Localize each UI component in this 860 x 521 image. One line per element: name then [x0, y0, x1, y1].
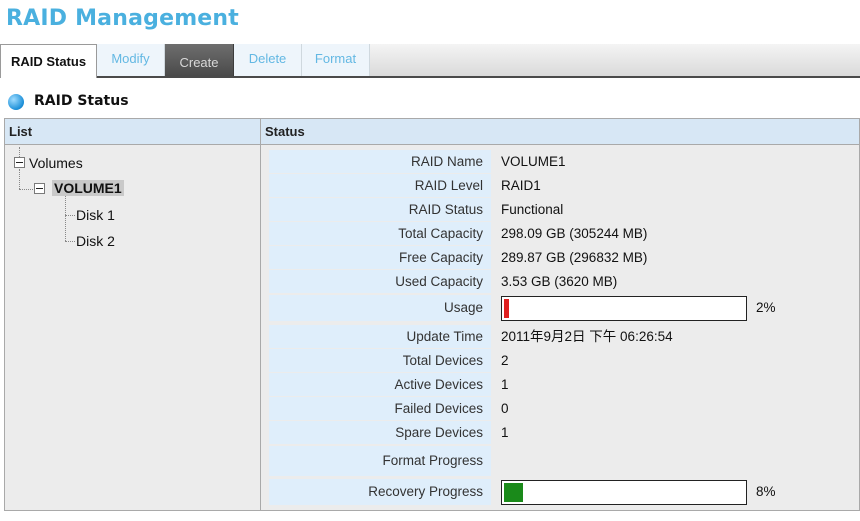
tab-delete[interactable]: Delete [234, 44, 302, 76]
status-row-update-time: Update Time 2011年9月2日 下午 06:26:54 [269, 325, 859, 348]
status-row-total-devices: Total Devices 2 [269, 349, 859, 372]
status-row-recovery-progress: Recovery Progress 8% [269, 479, 859, 505]
field-label: Usage [269, 295, 491, 321]
tree-line [19, 169, 20, 189]
tree-line [19, 147, 20, 157]
status-column-header: Status [261, 119, 859, 145]
field-label: Spare Devices [269, 421, 491, 444]
field-label: RAID Name [269, 150, 491, 173]
field-value: Functional [501, 202, 564, 217]
field-value: VOLUME1 [501, 154, 566, 169]
field-value: 289.87 GB (296832 MB) [501, 250, 648, 265]
field-value: 1 [501, 425, 509, 440]
tab-format[interactable]: Format [302, 44, 370, 76]
field-label: Recovery Progress [269, 479, 491, 505]
field-value: 3.53 GB (3620 MB) [501, 274, 618, 289]
recovery-progress-fill [504, 483, 523, 502]
raid-status-panel: List Status Volumes VOLUME1 Disk 1 Disk … [4, 118, 860, 511]
field-value: RAID1 [501, 178, 541, 193]
status-row-used-capacity: Used Capacity 3.53 GB (3620 MB) [269, 270, 859, 293]
status-row-raid-name: RAID Name VOLUME1 [269, 150, 859, 173]
tree-node-label: Volumes [29, 155, 83, 171]
field-label: Total Devices [269, 349, 491, 372]
status-row-spare-devices: Spare Devices 1 [269, 421, 859, 444]
tree-line [65, 241, 75, 242]
field-label: RAID Level [269, 174, 491, 197]
recovery-percent: 8% [756, 484, 776, 499]
usage-percent: 2% [756, 300, 776, 315]
field-label: Failed Devices [269, 397, 491, 420]
page-title: RAID Management [6, 6, 240, 31]
status-row-raid-level: RAID Level RAID1 [269, 174, 859, 197]
field-label: Free Capacity [269, 246, 491, 269]
tree-line [65, 195, 66, 241]
tree-node-disk-1[interactable]: Disk 1 [76, 207, 115, 223]
tab-create[interactable]: Create [165, 44, 234, 76]
tree-line [19, 189, 35, 190]
status-row-raid-status: RAID Status Functional [269, 198, 859, 221]
field-label: Active Devices [269, 373, 491, 396]
field-value: 0 [501, 401, 509, 416]
field-value: 2011年9月2日 下午 06:26:54 [501, 329, 673, 344]
tab-modify[interactable]: Modify [97, 44, 165, 76]
status-row-total-capacity: Total Capacity 298.09 GB (305244 MB) [269, 222, 859, 245]
status-row-free-capacity: Free Capacity 289.87 GB (296832 MB) [269, 246, 859, 269]
collapse-icon[interactable] [34, 183, 45, 194]
status-dot-icon [8, 94, 24, 110]
status-row-format-progress: Format Progress [269, 446, 859, 476]
tree-node-label: VOLUME1 [52, 180, 124, 196]
field-label: Update Time [269, 325, 491, 348]
volume-tree: Volumes VOLUME1 Disk 1 Disk 2 [5, 145, 261, 510]
field-value: 298.09 GB (305244 MB) [501, 226, 648, 241]
recovery-progress-bar [501, 480, 747, 505]
field-value: 1 [501, 377, 509, 392]
field-value: 2 [501, 353, 509, 368]
field-label: Format Progress [269, 446, 491, 476]
tab-strip-filler [370, 44, 860, 76]
list-column-header: List [5, 119, 261, 145]
tab-bar: RAID Status Modify Create Delete Format [0, 44, 860, 78]
status-details: RAID Name VOLUME1 RAID Level RAID1 RAID … [261, 145, 859, 510]
field-label: Total Capacity [269, 222, 491, 245]
status-row-active-devices: Active Devices 1 [269, 373, 859, 396]
tree-line [65, 215, 75, 216]
usage-progress-bar [501, 296, 747, 321]
collapse-icon[interactable] [14, 157, 25, 168]
usage-progress-fill [504, 299, 509, 318]
tree-node-disk-2[interactable]: Disk 2 [76, 233, 115, 249]
field-label: RAID Status [269, 198, 491, 221]
tab-raid-status[interactable]: RAID Status [0, 44, 97, 78]
status-row-usage: Usage 2% [269, 295, 859, 321]
section-title: RAID Status [34, 93, 129, 109]
status-row-failed-devices: Failed Devices 0 [269, 397, 859, 420]
field-label: Used Capacity [269, 270, 491, 293]
